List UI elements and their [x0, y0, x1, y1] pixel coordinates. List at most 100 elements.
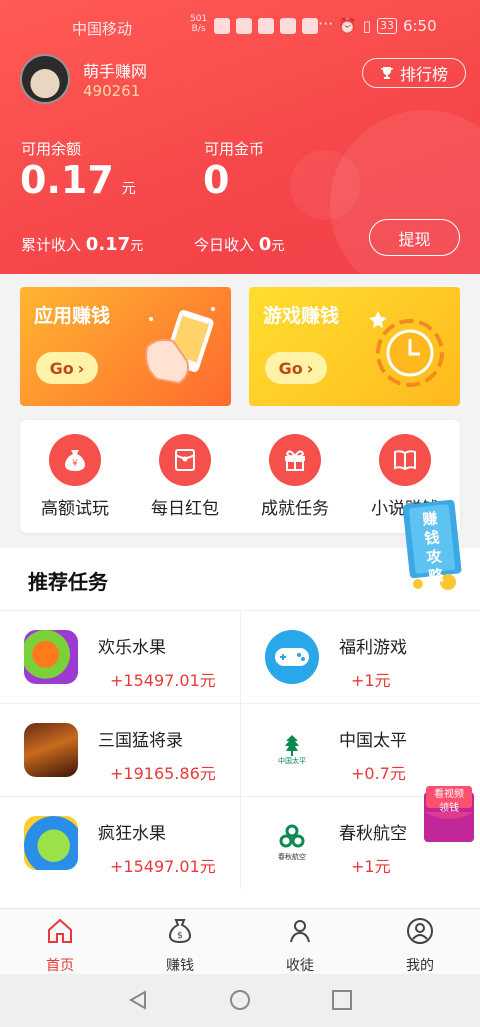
task-name: 春秋航空 [339, 824, 407, 844]
watch-video-line1: 看视频 [434, 789, 464, 800]
clock: 6:50 [402, 17, 437, 35]
nav-earn[interactable]: $ 赚钱 [120, 917, 240, 975]
battery-icon: 33 [376, 18, 397, 34]
app-earn-go-button[interactable]: Go › [36, 352, 98, 384]
go-label: Go [278, 358, 303, 378]
quick-action-daily-redpacket[interactable]: 每日红包 [130, 434, 240, 519]
china-taiping-logo-text: 中国太平 [278, 757, 306, 765]
total-income-unit: 元 [130, 239, 144, 254]
alarm-icon: ⏰ [338, 17, 357, 35]
svg-text:¥: ¥ [72, 459, 78, 469]
total-income: 累计收入 0.17元 [21, 234, 143, 255]
watch-video-text: 看视频 领钱 [420, 788, 478, 816]
net-speed: 501 B/s [190, 14, 207, 34]
task-name: 三国猛将录 [98, 731, 183, 751]
home-button-icon[interactable] [230, 990, 250, 1010]
leaderboard-label: 排行榜 [399, 65, 448, 84]
user-icon [407, 918, 433, 944]
status-bar: 中国移动 501 B/s ··· ⏰ ▯ 33 6:50 [0, 14, 480, 40]
section-title: 推荐任务 [28, 570, 108, 594]
net-speed-unit: B/s [191, 24, 206, 34]
carrier-label: 中国移动 [72, 20, 133, 38]
app-notification-icon [258, 18, 274, 34]
notification-icons [214, 18, 318, 34]
game-earn-go-button[interactable]: Go › [265, 352, 327, 384]
watch-video-badge[interactable]: 看视频 领钱 [420, 784, 478, 846]
more-notifications-icon: ··· [318, 14, 334, 33]
app-earn-title: 应用赚钱 [34, 305, 111, 327]
app-earn-card[interactable]: 应用赚钱 Go › [20, 287, 231, 406]
recents-icon[interactable] [332, 990, 352, 1010]
nav-label: 我的 [406, 958, 434, 974]
people-icon [290, 920, 310, 943]
nav-home[interactable]: 首页 [0, 917, 120, 975]
game-earn-title: 游戏赚钱 [263, 305, 340, 327]
red-envelope-icon [159, 434, 211, 486]
fruit-game-icon [24, 630, 78, 684]
nav-label: 赚钱 [166, 958, 194, 974]
avatar[interactable] [20, 54, 70, 104]
bottom-nav: 首页 $ 赚钱 收徒 我的 [0, 908, 480, 974]
system-nav-bar [0, 974, 480, 1027]
task-name: 欢乐水果 [98, 638, 166, 658]
net-speed-value: 501 [190, 14, 208, 24]
withdraw-button[interactable]: 提现 [369, 219, 460, 256]
task-item[interactable]: 欢乐水果 +15497.01元 [0, 610, 240, 703]
quick-action-achievements[interactable]: 成就任务 [240, 434, 350, 519]
warrior-game-icon [24, 723, 78, 777]
today-income-label: 今日收入 [194, 236, 255, 254]
game-earn-card[interactable]: 游戏赚钱 Go › [249, 287, 460, 406]
header: 中国移动 501 B/s ··· ⏰ ▯ 33 6:50 萌手赚网 490261 … [0, 0, 480, 274]
task-reward: +1元 [351, 857, 391, 876]
vibrate-icon: ▯ [362, 17, 371, 35]
task-name: 福利游戏 [339, 638, 407, 658]
total-income-value: 0.17 [85, 234, 131, 255]
quick-action-label: 高额试玩 [41, 499, 109, 519]
task-item[interactable]: 疯狂水果 +15497.01元 [0, 796, 240, 889]
available-coins-label: 可用金币 [204, 140, 265, 158]
status-right: ⏰ ▯ 33 6:50 [338, 17, 437, 35]
clock-coin-icon [369, 311, 444, 387]
available-balance-unit: 元 [121, 181, 136, 197]
chevron-right-icon: › [306, 358, 314, 378]
back-icon[interactable] [128, 990, 148, 1010]
money-bag-icon: $ [168, 919, 192, 944]
available-balance-value: 0.17 [20, 158, 114, 202]
china-taiping-logo: 中国太平 [265, 723, 319, 777]
task-reward: +15497.01元 [110, 671, 216, 690]
task-item[interactable]: 三国猛将录 +19165.86元 [0, 703, 240, 796]
phone-in-hand-icon [145, 307, 215, 385]
nav-profile[interactable]: 我的 [360, 917, 480, 975]
today-income: 今日收入 0元 [194, 234, 284, 255]
nav-apprentice[interactable]: 收徒 [240, 917, 360, 975]
username: 萌手赚网 [83, 62, 148, 81]
today-income-value: 0 [258, 234, 272, 255]
task-reward: +15497.01元 [110, 857, 216, 876]
home-icon [48, 918, 72, 943]
app-notification-icon [280, 18, 296, 34]
watch-video-line2: 领钱 [439, 803, 459, 814]
leaderboard-button[interactable]: 排行榜 [362, 58, 466, 88]
quick-action-high-trial[interactable]: ¥ 高额试玩 [20, 434, 130, 519]
svg-text:$: $ [177, 931, 183, 941]
task-item[interactable]: 中国太平 中国太平 +0.7元 [240, 703, 480, 796]
money-bag-icon: ¥ [49, 434, 101, 486]
chevron-right-icon: › [77, 358, 85, 378]
user-id: 490261 [83, 82, 141, 100]
nav-label: 收徒 [286, 958, 314, 974]
spring-airlines-logo: 春秋航空 [265, 816, 319, 870]
total-income-label: 累计收入 [21, 236, 82, 254]
crazy-fruit-icon [24, 816, 78, 870]
nav-label: 首页 [46, 958, 74, 974]
available-balance-label: 可用余额 [21, 140, 82, 158]
available-coins-value: 0 [203, 158, 230, 202]
gift-icon [269, 434, 321, 486]
task-item[interactable]: 福利游戏 +1元 [240, 610, 480, 703]
quick-actions-panel: ¥ 高额试玩 每日红包 成就任务 小说赚钱 [20, 420, 460, 533]
today-income-unit: 元 [271, 239, 285, 254]
money-guide-badge[interactable]: 赚钱攻略 [400, 498, 466, 592]
gamepad-icon [265, 630, 319, 684]
spring-airlines-logo-text: 春秋航空 [278, 853, 306, 861]
quick-action-label: 成就任务 [261, 499, 329, 519]
app-notification-icon [302, 18, 318, 34]
